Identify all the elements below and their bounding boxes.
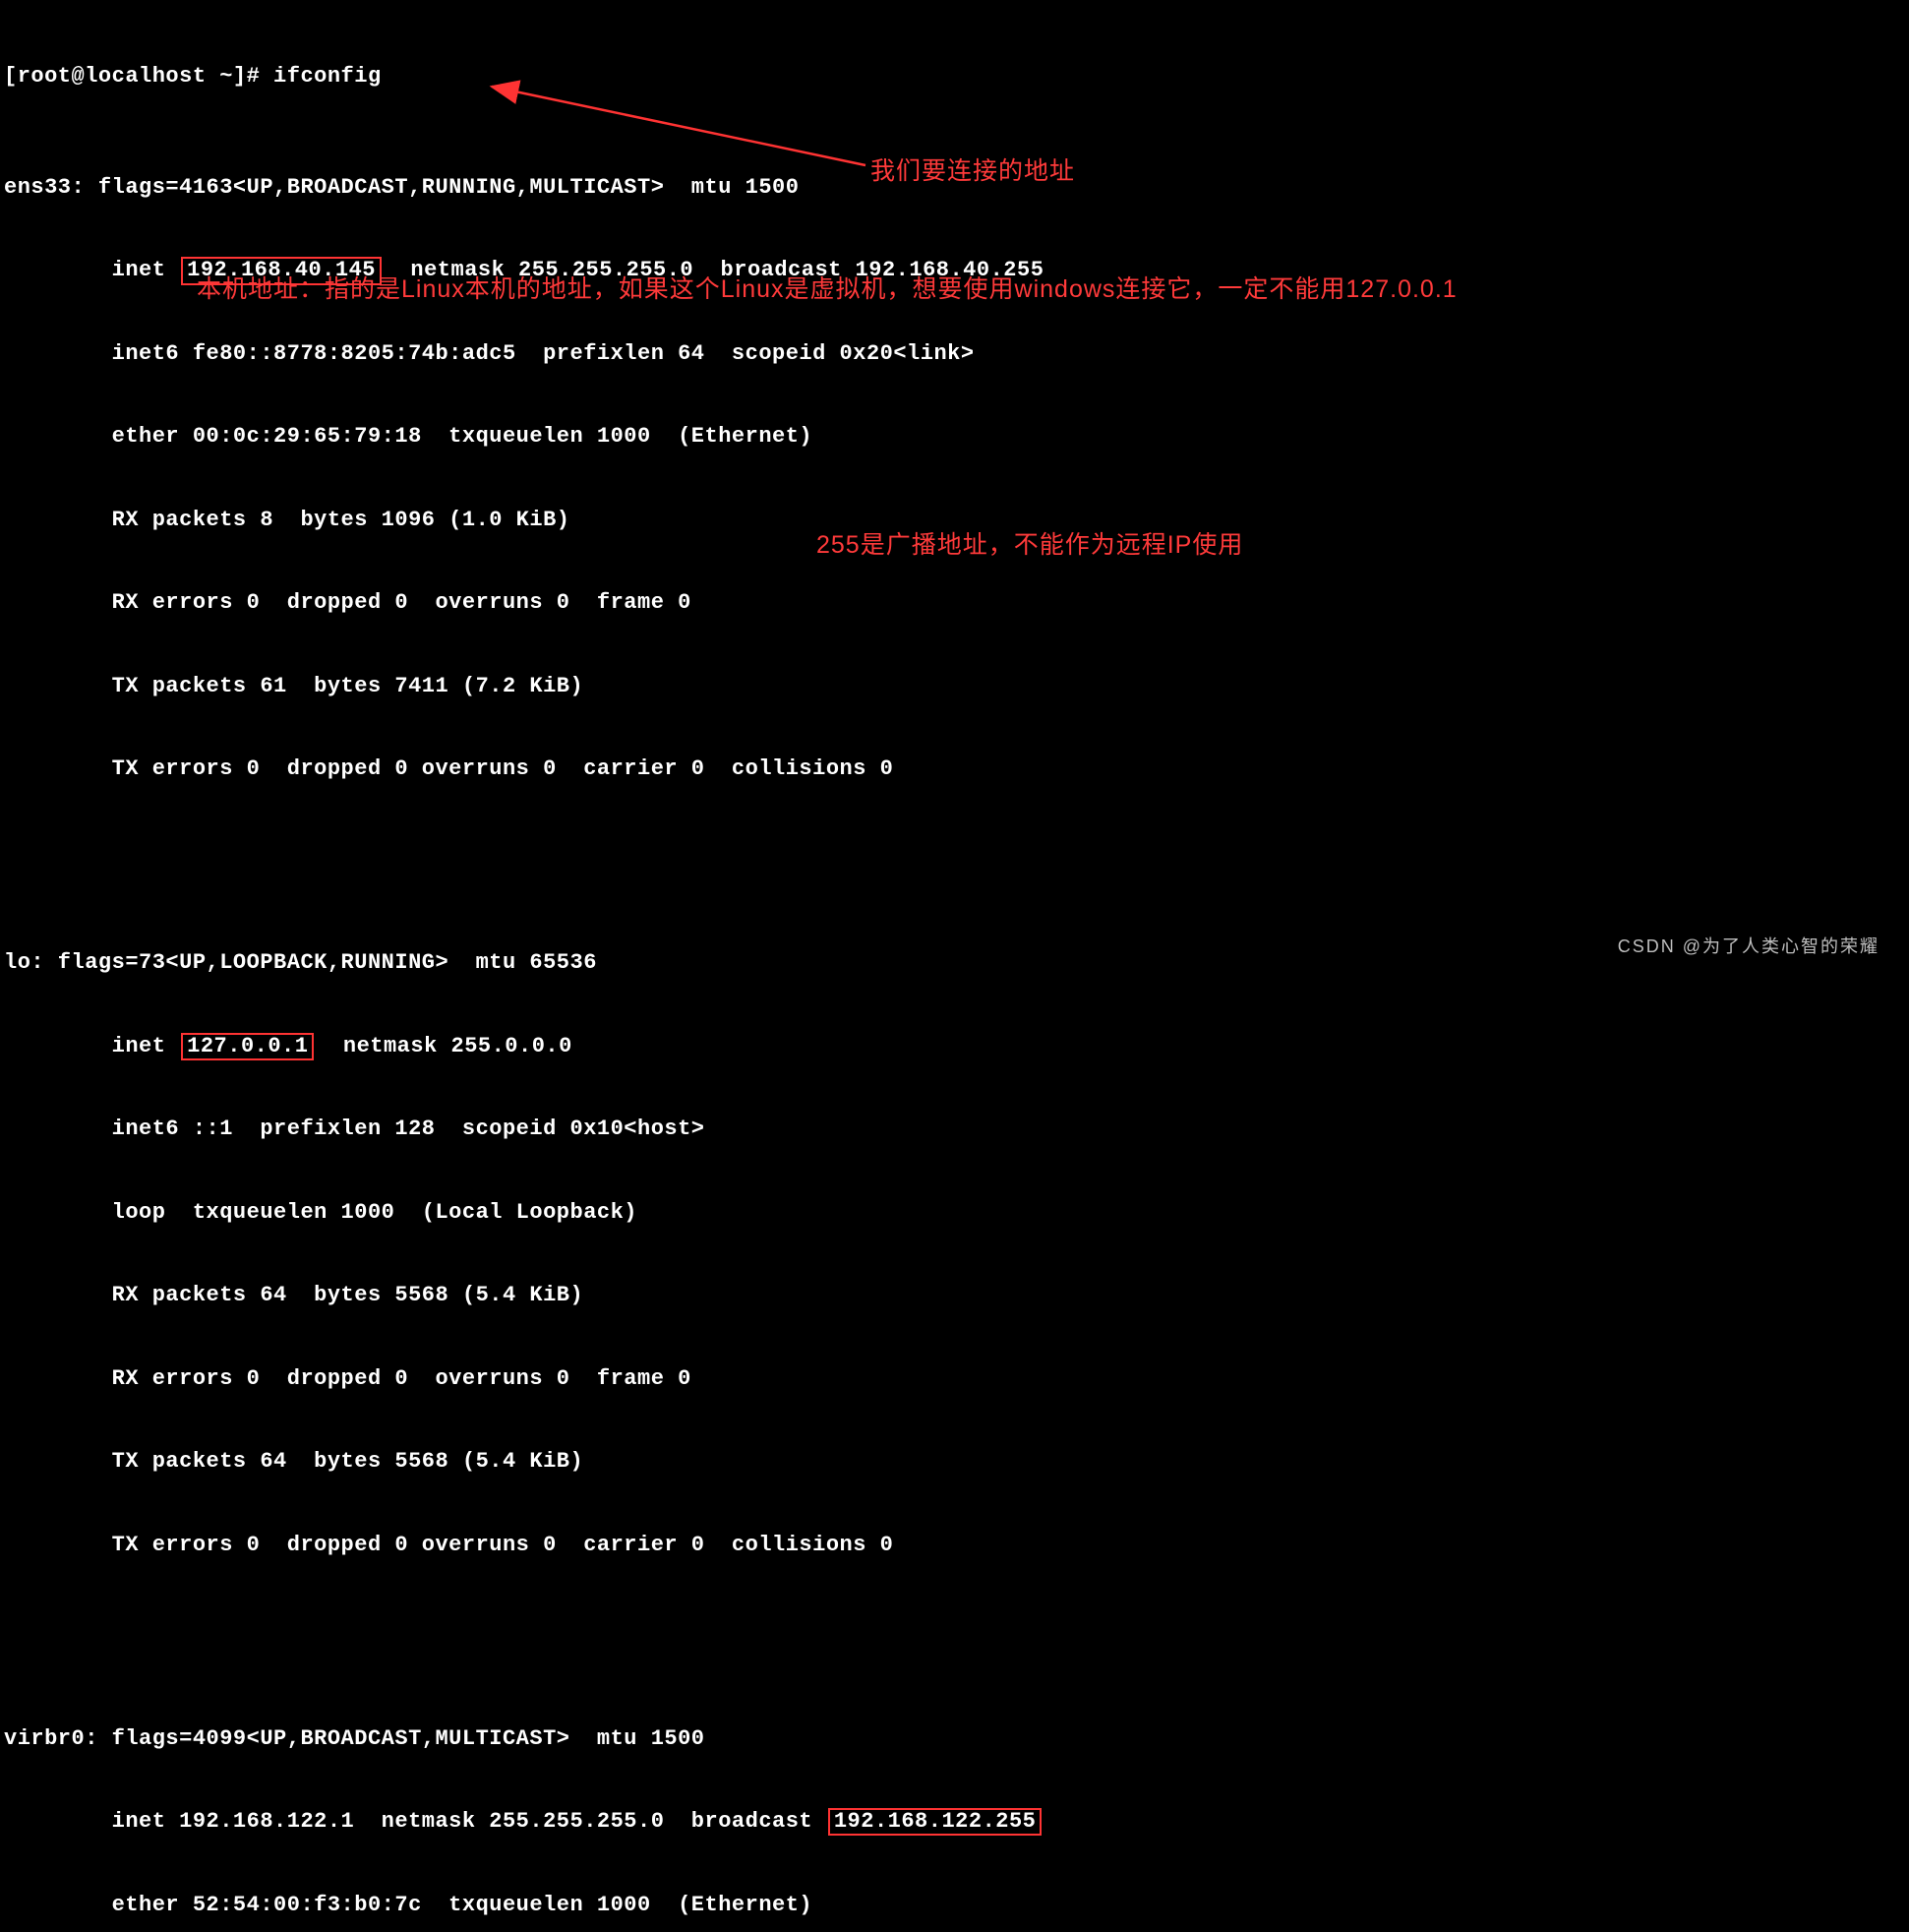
virbr0-inet-line: inet 192.168.122.1 netmask 255.255.255.0… bbox=[4, 1808, 1905, 1836]
prompt-line: [root@localhost ~]# ifconfig bbox=[4, 63, 1905, 91]
annotation-text-2: 本机地址：指的是Linux本机的地址，如果这个Linux是虚拟机，想要使用win… bbox=[197, 270, 1458, 305]
ens33-tx2: TX errors 0 dropped 0 overruns 0 carrier… bbox=[4, 755, 1905, 783]
lo-loop: loop txqueuelen 1000 (Local Loopback) bbox=[4, 1199, 1905, 1227]
virbr0-header: virbr0: flags=4099<UP,BROADCAST,MULTICAS… bbox=[4, 1725, 1905, 1753]
lo-inet-post: netmask 255.0.0.0 bbox=[316, 1034, 571, 1058]
lo-inet6: inet6 ::1 prefixlen 128 scopeid 0x10<hos… bbox=[4, 1116, 1905, 1143]
virbr0-inet-pre: inet 192.168.122.1 netmask 255.255.255.0… bbox=[4, 1809, 826, 1834]
annotation-text-3: 255是广播地址，不能作为远程IP使用 bbox=[816, 525, 1243, 561]
ens33-rx2: RX errors 0 dropped 0 overruns 0 frame 0 bbox=[4, 589, 1905, 617]
lo-inet-line: inet 127.0.0.1 netmask 255.0.0.0 bbox=[4, 1033, 1905, 1060]
ens33-inet-pre: inet bbox=[4, 258, 179, 282]
lo-tx1: TX packets 64 bytes 5568 (5.4 KiB) bbox=[4, 1448, 1905, 1476]
virbr0-ether: ether 52:54:00:f3:b0:7c txqueuelen 1000 … bbox=[4, 1892, 1905, 1919]
ens33-inet6: inet6 fe80::8778:8205:74b:adc5 prefixlen… bbox=[4, 340, 1905, 368]
lo-rx1: RX packets 64 bytes 5568 (5.4 KiB) bbox=[4, 1282, 1905, 1309]
watermark: CSDN @为了人类心智的荣耀 bbox=[1618, 933, 1879, 958]
lo-rx2: RX errors 0 dropped 0 overruns 0 frame 0 bbox=[4, 1365, 1905, 1393]
annotation-text-1: 我们要连接的地址 bbox=[870, 151, 1075, 187]
virbr0-bcast-box: 192.168.122.255 bbox=[828, 1808, 1043, 1836]
blank-2 bbox=[4, 1614, 1905, 1642]
blank-1 bbox=[4, 839, 1905, 867]
ens33-tx1: TX packets 61 bytes 7411 (7.2 KiB) bbox=[4, 673, 1905, 700]
ens33-ether: ether 00:0c:29:65:79:18 txqueuelen 1000 … bbox=[4, 423, 1905, 451]
lo-ip-box: 127.0.0.1 bbox=[181, 1033, 314, 1060]
lo-inet-pre: inet bbox=[4, 1034, 179, 1058]
lo-tx2: TX errors 0 dropped 0 overruns 0 carrier… bbox=[4, 1532, 1905, 1559]
